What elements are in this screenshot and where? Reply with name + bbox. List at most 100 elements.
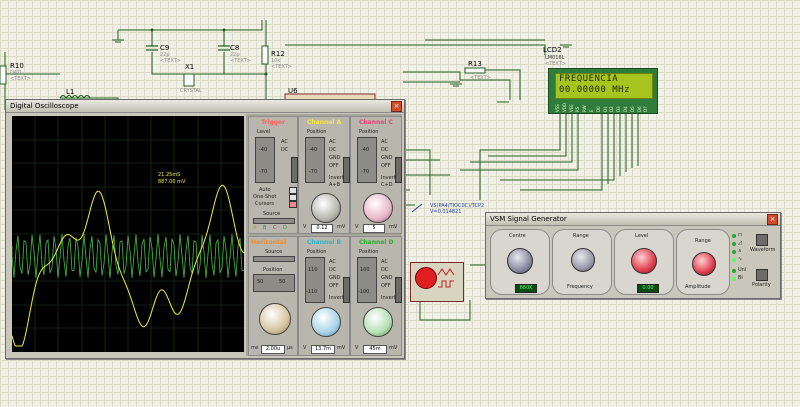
signal-generator-titlebar[interactable]: VSM Signal Generator × — [486, 213, 780, 226]
lcd-pin-row: VSS VDD VEE RS RW E D0 D1 D2 D3 D4 D5 D6 D7 — [555, 98, 651, 112]
channel-d-tick-1: 100 — [360, 267, 370, 273]
cursors-button[interactable] — [289, 201, 297, 208]
channel-d-volts-knob[interactable] — [363, 307, 393, 337]
frequency-range-panel: Range Frequency — [552, 229, 612, 295]
channel-b-panel: Channel B Position 110 -110 AC DC GND OF… — [298, 236, 350, 356]
lcd-pin-d2: D2 — [609, 106, 615, 112]
oscilloscope-titlebar[interactable]: Digital Oscilloscope × — [6, 100, 404, 113]
channel-b-volts-knob[interactable] — [311, 307, 341, 337]
channel-a-volts-knob[interactable] — [311, 193, 341, 223]
c9-text: <TEXT> — [160, 58, 181, 64]
channel-a-position-label: Position — [307, 129, 327, 135]
channel-d-panel: Channel D Position 100 -100 AC DC GND OF… — [350, 236, 402, 356]
r12-text: <TEXT> — [271, 64, 292, 70]
channel-c-unit: mV — [389, 224, 398, 230]
channel-a-position-slider[interactable] — [305, 137, 325, 183]
level-panel: Level 0.00 — [614, 229, 674, 295]
lcd-pin-d4: D4 — [623, 106, 628, 112]
r13-label: R13 — [468, 60, 482, 68]
horizontal-source-label: Source — [265, 249, 283, 255]
polarity-uni-label: Uni — [738, 267, 747, 273]
horizontal-unit-ms: ms — [251, 345, 259, 351]
channel-c-coupling-switch[interactable] — [395, 157, 402, 183]
centre-knob[interactable] — [507, 248, 533, 274]
frequency-range-knob[interactable] — [571, 248, 595, 272]
channel-d-readout: 45m — [363, 345, 387, 354]
polarity-bi-label: Bi — [738, 275, 743, 281]
channel-b-tick-2: -110 — [306, 289, 318, 295]
sawtooth-icon: ◿ — [738, 240, 742, 246]
trigger-coupling-switch[interactable] — [291, 157, 298, 183]
channel-a-v-label: V — [303, 224, 307, 230]
channel-c-panel: Channel C Position -40 -70 AC DC GND OFF… — [350, 116, 402, 234]
channel-c-position-slider[interactable] — [357, 137, 377, 183]
channel-a-ac: AC — [329, 139, 336, 145]
signal-generator-symbol[interactable] — [410, 262, 464, 302]
source-b: B — [263, 225, 267, 231]
waveform-led-triangle — [732, 250, 736, 254]
amplitude-range-label: Range — [695, 238, 711, 244]
trigger-tick-1: -40 — [259, 147, 268, 153]
timebase-knob[interactable] — [259, 303, 291, 335]
channel-a-coupling-switch[interactable] — [343, 157, 350, 183]
channel-d-position-slider[interactable] — [357, 257, 377, 303]
sine-icon: ∿ — [738, 256, 743, 262]
channel-d-coupling-switch[interactable] — [395, 277, 402, 303]
signal-generator-window[interactable]: VSM Signal Generator × Centre 680K Range… — [485, 212, 781, 299]
channel-c-invert: Invert — [381, 175, 396, 181]
trigger-panel: Trigger Level -40 -70 AC DC Auto One-Sho… — [248, 116, 298, 234]
trigger-level-slider[interactable] — [255, 137, 275, 183]
trigger-source-selector[interactable] — [253, 218, 295, 224]
lcd-pin-d6: D6 — [636, 106, 642, 112]
trigger-mode-cursors: Cursors — [255, 201, 275, 207]
oscilloscope-window[interactable]: Digital Oscilloscope × 21.25mS 887.00 mV… — [5, 99, 405, 359]
auto-button[interactable] — [289, 187, 297, 194]
channel-d-title: Channel D — [359, 239, 394, 246]
oscilloscope-controls: Trigger Level -40 -70 AC DC Auto One-Sho… — [246, 114, 402, 356]
oneshot-button[interactable] — [289, 194, 297, 201]
lcd-screen: FREQUENCIA 00.00000 MHz — [555, 73, 653, 99]
signal-generator-title: VSM Signal Generator — [490, 215, 567, 223]
lcd-line-2: 00.00000 MHz — [559, 85, 631, 95]
lcd-text-label: <TEXT> — [545, 61, 566, 67]
lcd-pin-d0: D0 — [595, 106, 601, 112]
trigger-mode-auto: Auto — [259, 187, 271, 193]
oscilloscope-screen[interactable]: 21.25mS 887.00 mV — [11, 116, 245, 352]
trigger-source-label: Source — [263, 211, 281, 217]
waveform-led-sine — [732, 258, 736, 262]
u6-label: U6 — [288, 87, 298, 95]
source-a: A — [253, 225, 257, 231]
channel-d-ac: AC — [381, 259, 388, 265]
trigger-dc-label: DC — [281, 147, 289, 153]
level-knob[interactable] — [631, 248, 657, 274]
channel-d-position-label: Position — [359, 249, 379, 255]
channel-b-coupling-switch[interactable] — [343, 277, 350, 303]
channel-c-volts-knob[interactable] — [363, 193, 393, 223]
oscilloscope-close-button[interactable]: × — [391, 101, 402, 112]
amplitude-range-knob[interactable] — [692, 252, 716, 276]
channel-b-position-slider[interactable] — [305, 257, 325, 303]
r13-text: <TEXT> — [470, 75, 491, 81]
oscilloscope-title: Digital Oscilloscope — [10, 102, 79, 110]
polarity-button[interactable] — [756, 269, 768, 281]
channel-b-readout: 13.7m — [311, 345, 335, 354]
channel-b-dc: DC — [329, 267, 337, 273]
generator-circle-icon — [415, 267, 437, 289]
channel-b-tick-1: 110 — [308, 267, 318, 273]
trigger-tick-2: -70 — [259, 169, 268, 175]
polarity-led-uni — [732, 269, 736, 273]
horizontal-source-selector[interactable] — [253, 256, 295, 262]
probe-value: V=0.014821 — [430, 209, 462, 215]
signal-generator-close-button[interactable]: × — [767, 214, 778, 225]
lcd-display[interactable]: FREQUENCIA 00.00000 MHz VSS VDD VEE RS RW E D0… — [548, 68, 658, 114]
channel-d-unit: mV — [389, 345, 398, 351]
channel-a-tick-1: -40 — [309, 147, 318, 153]
channel-d-off: OFF — [381, 283, 391, 289]
channel-a-dc: DC — [329, 147, 337, 153]
channel-a-gnd: GND — [329, 155, 341, 161]
x1-value: CRYSTAL — [180, 88, 202, 94]
lcd-pin-d1: D1 — [602, 106, 608, 112]
channel-c-title: Channel C — [359, 119, 393, 126]
channel-b-position-label: Position — [307, 249, 327, 255]
waveform-button[interactable] — [756, 234, 768, 246]
